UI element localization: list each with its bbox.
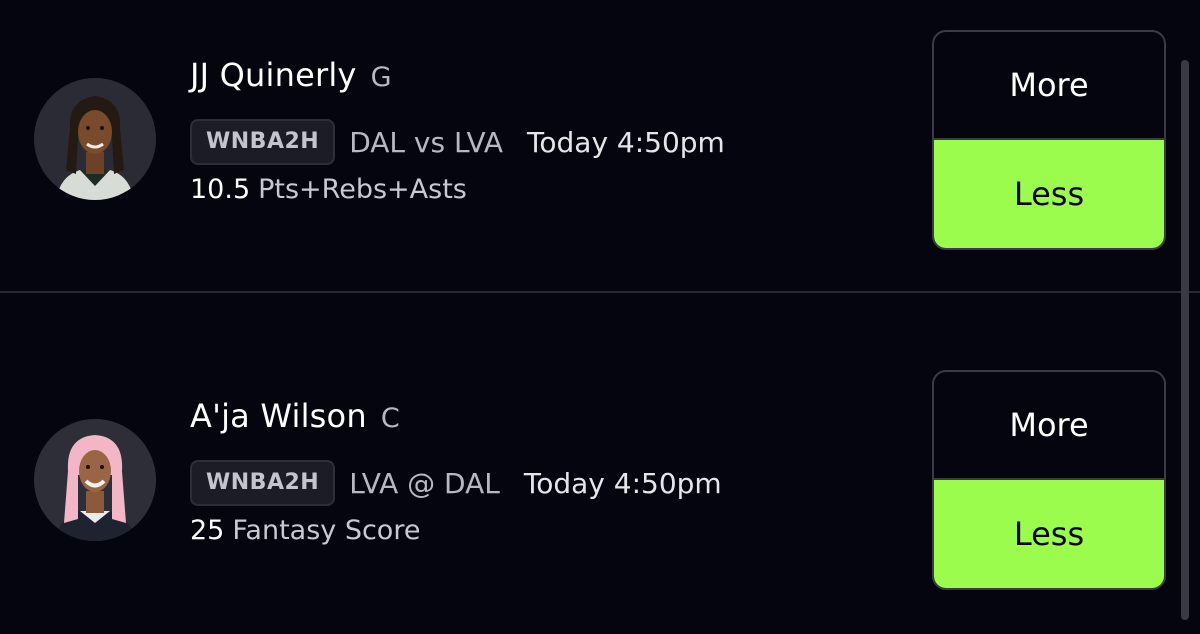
less-button[interactable]: Less (934, 480, 1164, 588)
pick-selector: More Less (932, 370, 1166, 590)
player-position: G (370, 62, 392, 93)
stat-type: Pts+Rebs+Asts (258, 174, 467, 205)
player-name: JJ Quinerly (190, 56, 357, 94)
line-value: 25 (190, 515, 225, 546)
matchup-text: LVA @ DAL (349, 466, 500, 500)
player-avatar (34, 78, 156, 200)
pick-selector: More Less (932, 30, 1166, 250)
less-button[interactable]: Less (934, 140, 1164, 248)
projection-list: JJ Quinerly G WNBA2H DAL vs LVA Today 4:… (0, 0, 1200, 634)
projection-card[interactable]: A'ja Wilson C WNBA2H LVA @ DAL Today 4:5… (0, 293, 1200, 634)
more-button[interactable]: More (934, 372, 1164, 480)
stat-type: Fantasy Score (232, 515, 421, 546)
player-position: C (380, 403, 400, 434)
projection-info: A'ja Wilson C WNBA2H LVA @ DAL Today 4:5… (190, 397, 722, 546)
league-badge: WNBA2H (190, 460, 336, 506)
game-time: Today 4:50pm (523, 466, 722, 500)
player-avatar (34, 419, 156, 541)
more-button[interactable]: More (934, 32, 1164, 140)
league-badge: WNBA2H (190, 119, 336, 165)
projection-info: JJ Quinerly G WNBA2H DAL vs LVA Today 4:… (190, 56, 725, 205)
projection-card[interactable]: JJ Quinerly G WNBA2H DAL vs LVA Today 4:… (0, 0, 1200, 291)
player-name: A'ja Wilson (190, 397, 367, 435)
scrollbar[interactable] (1181, 60, 1189, 620)
game-time: Today 4:50pm (527, 125, 725, 159)
line-value: 10.5 (190, 174, 251, 205)
matchup-text: DAL vs LVA (349, 125, 504, 159)
